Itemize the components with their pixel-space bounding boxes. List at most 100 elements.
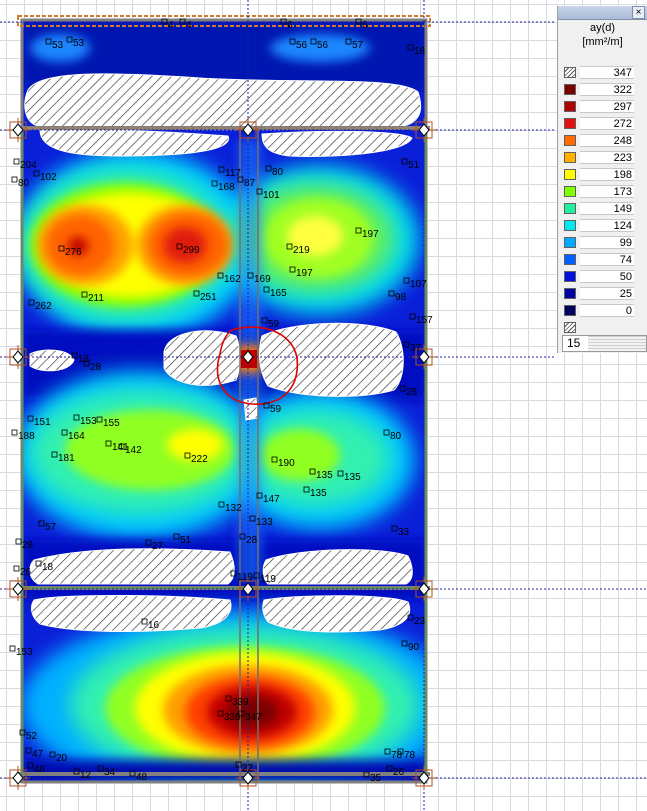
value-label: 18: [42, 562, 54, 573]
step-spinner[interactable]: [588, 336, 646, 351]
value-label: 135: [344, 472, 361, 483]
legend-value: 297: [580, 100, 634, 113]
value-label: 155: [103, 418, 120, 429]
value-label: 153: [80, 416, 97, 427]
value-label: 59: [270, 404, 282, 415]
value-label: 57: [352, 40, 364, 51]
slab-reinforcement-plot[interactable]: 4 4 6 653 53 56 56 571820410280117168 8780101512…: [0, 0, 647, 811]
value-label: 35: [370, 773, 382, 784]
value-label: 18: [414, 46, 426, 57]
value-label: 165: [270, 288, 287, 299]
legend-row: 272: [558, 115, 647, 132]
value-label: 6: [287, 20, 293, 31]
value-label: 27: [152, 541, 164, 552]
value-label: 222: [191, 454, 208, 465]
value-label: 153: [16, 647, 33, 658]
value-label: 197: [362, 229, 379, 240]
value-label: 336: [224, 712, 241, 723]
label-marker: [11, 429, 18, 436]
legend-swatch: [564, 67, 576, 78]
value-label: 56: [296, 40, 308, 51]
legend-row: 347: [558, 64, 647, 81]
legend-swatch: [564, 118, 576, 129]
value-label: 98: [395, 292, 407, 303]
legend-swatch: [564, 186, 576, 197]
legend-value: 50: [580, 270, 634, 283]
legend-value: 322: [580, 83, 634, 96]
legend-row: 74: [558, 251, 647, 268]
value-label: 57: [45, 522, 57, 533]
legend-swatch: [564, 271, 576, 282]
legend-value: 124: [580, 219, 634, 232]
value-label: 53: [52, 40, 64, 51]
legend-unit: [mm²/m]: [582, 36, 623, 48]
step-input[interactable]: 15: [562, 335, 647, 352]
value-label: 28: [22, 540, 34, 551]
legend-row: 0: [558, 302, 647, 319]
value-label: 135: [310, 488, 327, 499]
value-label: 16: [148, 620, 160, 631]
legend-row: 173: [558, 183, 647, 200]
legend-swatch: [564, 288, 576, 299]
legend-value: 25: [580, 287, 634, 300]
value-label: 28: [90, 362, 102, 373]
legend-row: 99: [558, 234, 647, 251]
legend-titlebar[interactable]: ×: [558, 6, 647, 20]
value-label: 219: [293, 245, 310, 256]
value-label: 107: [410, 279, 427, 290]
legend-swatch: [564, 152, 576, 163]
value-label: 34: [104, 767, 116, 778]
legend-value: 347: [580, 66, 634, 79]
value-label: 162: [224, 274, 241, 285]
legend-row: 50: [558, 268, 647, 285]
legend-value: 272: [580, 117, 634, 130]
close-icon[interactable]: ×: [632, 6, 645, 19]
legend-value: 74: [580, 253, 634, 266]
legend-title: ay(d): [589, 22, 616, 34]
legend-row: 248: [558, 132, 647, 149]
legend-swatch: [564, 254, 576, 265]
value-label: 20: [56, 753, 68, 764]
value-label: 133: [256, 517, 273, 528]
value-label: 51: [408, 160, 420, 171]
legend-panel[interactable]: × ay(d) [mm²/m] 347 322 297 272 248 223 198 173…: [557, 6, 647, 353]
value-label: 262: [35, 301, 52, 312]
value-label: 33: [398, 527, 410, 538]
value-label: 168: [218, 182, 235, 193]
value-label: 147: [263, 494, 280, 505]
value-label: 204: [20, 160, 37, 171]
value-label: 299: [183, 245, 200, 256]
legend-row: 322: [558, 81, 647, 98]
value-label: 52: [26, 731, 38, 742]
value-label: 197: [296, 268, 313, 279]
legend-swatch: [564, 220, 576, 231]
legend-swatch: [564, 322, 576, 333]
value-label: 47: [32, 749, 44, 760]
label-marker: [9, 645, 16, 652]
value-label: 119: [237, 572, 253, 583]
value-label: 211: [88, 293, 104, 304]
value-label: 51: [180, 535, 192, 546]
value-label: 347: [245, 712, 262, 723]
value-label: 132: [225, 503, 242, 514]
legend-value: 99: [580, 236, 634, 249]
value-label: 251: [200, 292, 217, 303]
label-marker: [15, 538, 22, 545]
legend-value: 198: [580, 168, 634, 181]
legend-value: 223: [580, 151, 634, 164]
value-label: 151: [34, 417, 51, 428]
value-label: 80: [390, 431, 402, 442]
value-label: 28: [246, 535, 258, 546]
value-label: 4: [186, 20, 192, 31]
legend-value: 149: [580, 202, 634, 215]
value-label: 188: [18, 431, 35, 442]
value-label: 276: [65, 247, 82, 258]
legend-swatch: [564, 305, 576, 316]
legend-value: 173: [580, 185, 634, 198]
value-label: 142: [125, 445, 142, 456]
value-label: 53: [73, 38, 85, 49]
value-label: 190: [278, 458, 295, 469]
value-label: 37: [410, 343, 422, 354]
value-label: 26: [393, 767, 405, 778]
legend-swatch: [564, 101, 576, 112]
